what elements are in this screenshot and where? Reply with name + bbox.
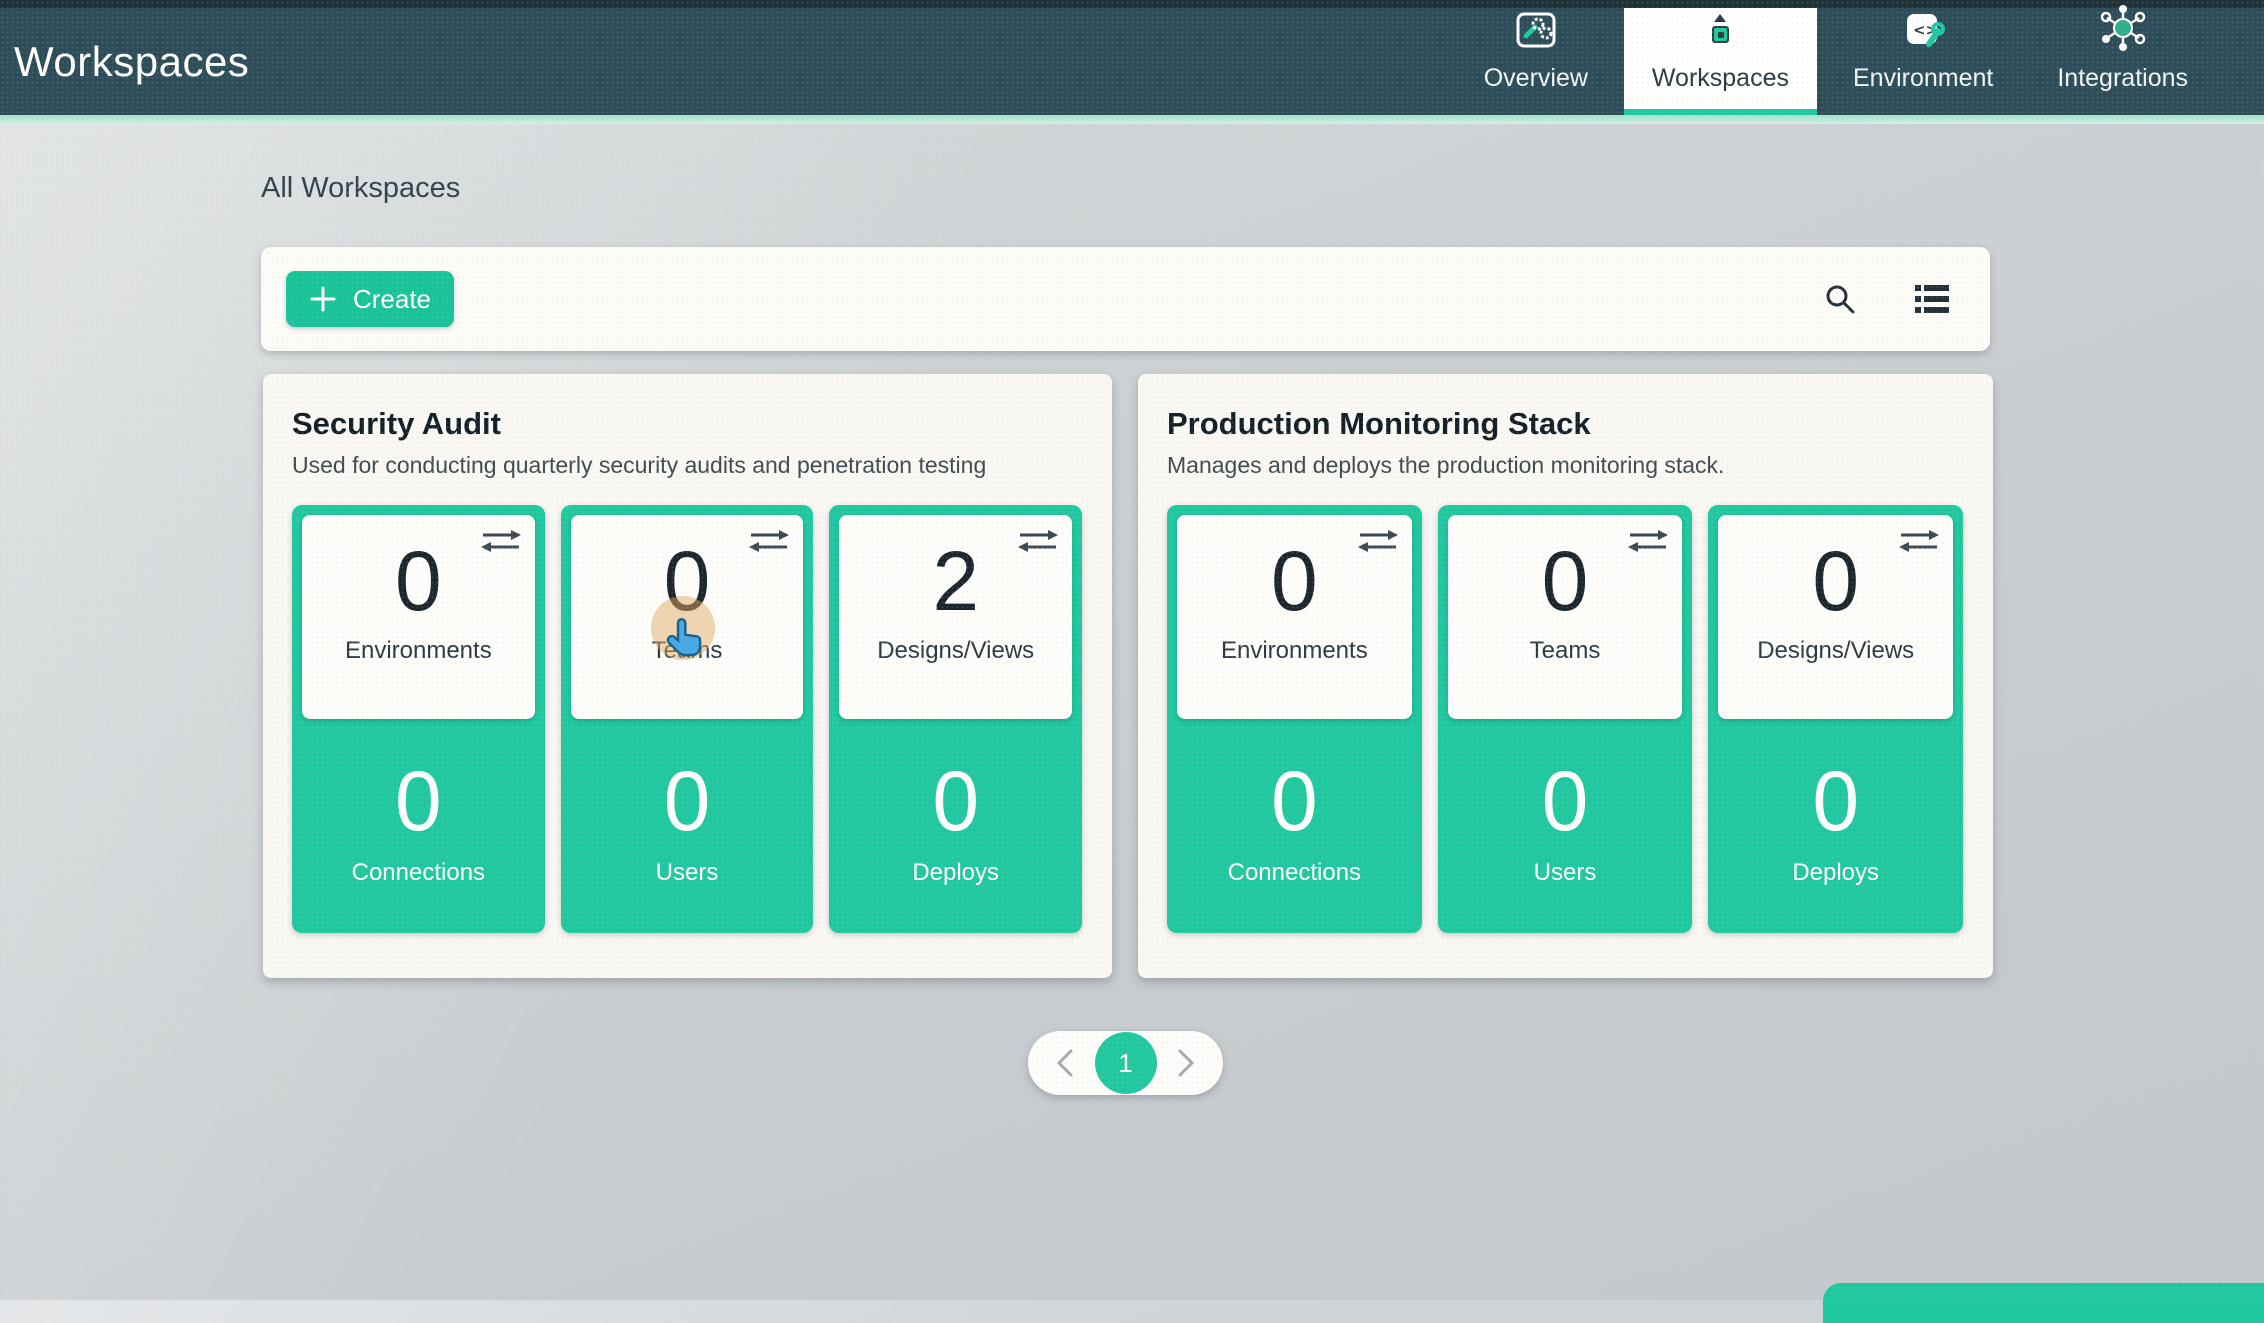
list-view-icon[interactable] xyxy=(1914,281,1950,317)
stat-label: Designs/Views xyxy=(1757,637,1914,665)
stat-label: Connections xyxy=(352,859,485,887)
app-title: Workspaces xyxy=(14,38,249,86)
swap-icon[interactable] xyxy=(1358,527,1398,555)
workspace-title: Security Audit xyxy=(292,406,1082,442)
stat-label: Deploys xyxy=(912,859,999,887)
stat-tile[interactable]: 0 Users xyxy=(1448,719,1683,923)
workspaces-icon xyxy=(1694,6,1746,54)
stat-label: Connections xyxy=(1228,859,1361,887)
nav-label: Overview xyxy=(1484,64,1588,93)
bottom-right-toast[interactable] xyxy=(1823,1283,2264,1323)
stat-column-designs[interactable]: 2 Designs/Views 0 Deploys xyxy=(829,505,1082,933)
page-title: All Workspaces xyxy=(261,172,460,205)
workspace-card[interactable]: Production Monitoring Stack Manages and … xyxy=(1138,374,1993,978)
stats-row: 0 Environments 0 Connections 0 Teams xyxy=(1167,505,1963,933)
workspaces-toolbar: Create xyxy=(261,247,1990,351)
top-nav: Overview Workspaces <> Env xyxy=(1456,8,2216,115)
nav-label: Workspaces xyxy=(1652,64,1789,93)
stat-label: Teams xyxy=(652,637,723,665)
stat-value: 0 xyxy=(395,539,442,623)
overview-icon xyxy=(1510,6,1562,54)
stat-tile[interactable]: 0 Deploys xyxy=(1718,719,1953,923)
stat-tile[interactable]: 0 Users xyxy=(571,719,804,923)
stat-column-environments[interactable]: 0 Environments 0 Connections xyxy=(292,505,545,933)
stat-tile[interactable]: 0 Teams xyxy=(571,515,804,719)
stats-row: 0 Environments 0 Connections 0 Teams xyxy=(292,505,1082,933)
workspace-description: Used for conducting quarterly security a… xyxy=(292,452,1082,479)
workspace-card[interactable]: Security Audit Used for conducting quart… xyxy=(263,374,1112,978)
create-button[interactable]: Create xyxy=(286,271,454,327)
stat-tile[interactable]: 0 Deploys xyxy=(839,719,1072,923)
pagination: 1 xyxy=(1028,1031,1223,1095)
next-page-icon[interactable] xyxy=(1175,1048,1197,1078)
stat-label: Environments xyxy=(345,637,492,665)
nav-item-environment[interactable]: <> Environment xyxy=(1825,8,2021,115)
nav-label: Environment xyxy=(1853,64,1993,93)
swap-icon[interactable] xyxy=(749,527,789,555)
stat-column-designs[interactable]: 0 Designs/Views 0 Deploys xyxy=(1708,505,1963,933)
stat-value: 0 xyxy=(664,539,711,623)
swap-icon[interactable] xyxy=(1018,527,1058,555)
stat-value: 0 xyxy=(1812,759,1859,843)
swap-icon[interactable] xyxy=(1899,527,1939,555)
nav-item-overview[interactable]: Overview xyxy=(1456,8,1616,115)
header-accent-band xyxy=(0,115,2264,124)
stat-tile[interactable]: 0 Environments xyxy=(1177,515,1412,719)
stat-label: Deploys xyxy=(1792,859,1879,887)
environment-icon: <> xyxy=(1897,6,1949,54)
create-button-label: Create xyxy=(353,284,431,315)
stat-column-teams[interactable]: 0 Teams 0 Users xyxy=(561,505,814,933)
stat-column-teams[interactable]: 0 Teams 0 Users xyxy=(1438,505,1693,933)
stat-label: Users xyxy=(656,859,719,887)
swap-icon[interactable] xyxy=(481,527,521,555)
stat-label: Environments xyxy=(1221,637,1368,665)
stat-value: 0 xyxy=(664,759,711,843)
nav-label: Integrations xyxy=(2057,64,2188,93)
stat-tile[interactable]: 0 Connections xyxy=(1177,719,1412,923)
prev-page-icon[interactable] xyxy=(1054,1048,1076,1078)
stat-value: 0 xyxy=(932,759,979,843)
workspace-description: Manages and deploys the production monit… xyxy=(1167,452,1963,479)
app-header: Workspaces Overview Worksp xyxy=(0,0,2264,115)
stat-label: Users xyxy=(1534,859,1597,887)
stat-value: 2 xyxy=(932,539,979,623)
stat-label: Designs/Views xyxy=(877,637,1034,665)
stat-value: 0 xyxy=(395,759,442,843)
stat-value: 0 xyxy=(1542,759,1589,843)
stat-value: 0 xyxy=(1271,759,1318,843)
nav-item-integrations[interactable]: Integrations xyxy=(2029,8,2216,115)
search-icon[interactable] xyxy=(1822,281,1858,317)
stat-tile[interactable]: 0 Connections xyxy=(302,719,535,923)
nav-item-workspaces[interactable]: Workspaces xyxy=(1624,8,1817,115)
stat-value: 0 xyxy=(1812,539,1859,623)
stat-tile[interactable]: 2 Designs/Views xyxy=(839,515,1072,719)
stat-label: Teams xyxy=(1530,637,1601,665)
swap-icon[interactable] xyxy=(1628,527,1668,555)
stat-value: 0 xyxy=(1542,539,1589,623)
integrations-icon xyxy=(2097,2,2149,54)
stat-tile[interactable]: 0 Designs/Views xyxy=(1718,515,1953,719)
plus-icon xyxy=(309,285,337,313)
stat-tile[interactable]: 0 Environments xyxy=(302,515,535,719)
stat-value: 0 xyxy=(1271,539,1318,623)
stat-column-environments[interactable]: 0 Environments 0 Connections xyxy=(1167,505,1422,933)
stat-tile[interactable]: 0 Teams xyxy=(1448,515,1683,719)
page-number-button[interactable]: 1 xyxy=(1095,1032,1157,1094)
workspace-title: Production Monitoring Stack xyxy=(1167,406,1963,442)
